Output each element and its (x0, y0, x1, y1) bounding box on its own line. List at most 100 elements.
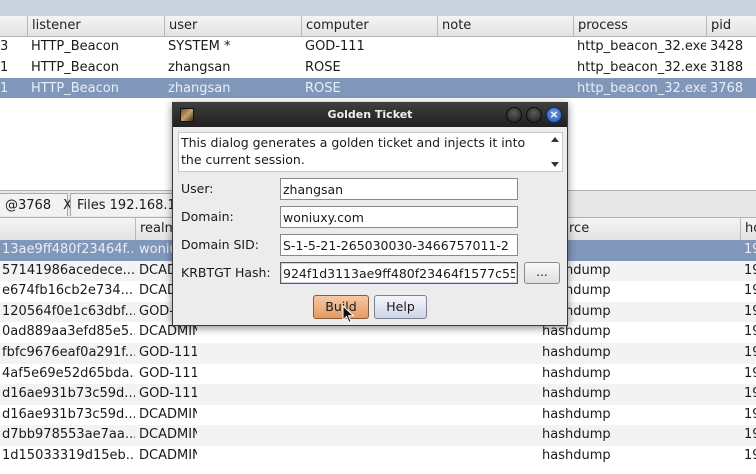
minimize-icon[interactable] (506, 107, 522, 123)
cell-hash: 0ad889aa3efd85e5... (2, 324, 135, 340)
cell-realm: GOD-111 (139, 345, 197, 360)
cell-listener: HTTP_Beacon (31, 39, 119, 54)
description-area: This dialog generates a golden ticket an… (178, 132, 563, 172)
cell-realm: DCADMIN (139, 448, 197, 463)
dialog-description: This dialog generates a golden ticket an… (181, 135, 526, 167)
credential-row[interactable]: d7bb978553ae7aa...DCADMIN hashdump 19 (0, 425, 756, 446)
tab-beacon-3768[interactable]: @3768 X (0, 193, 72, 216)
column-header-pid[interactable]: pid (706, 16, 756, 36)
cell-user: zhangsan (168, 60, 231, 75)
cell-source: hashdump (542, 303, 611, 319)
cell-host: 19 (744, 283, 756, 299)
column-header-realm[interactable]: realm (135, 218, 175, 240)
browse-credentials-button[interactable]: ... (524, 262, 560, 284)
cell-realm: DCADMIN (139, 406, 197, 422)
credential-row[interactable]: 4af5e69e52d65bda...GOD-111 hashdump 19 (0, 364, 756, 385)
build-button[interactable]: Build (313, 295, 369, 319)
cell-host: 19 (744, 448, 756, 463)
session-row[interactable]: 3 HTTP_Beacon SYSTEM * GOD-111 http_beac… (0, 36, 756, 57)
column-header-hash[interactable] (0, 218, 135, 240)
cell-host: 19 (744, 365, 756, 381)
tab-label: @3768 (5, 198, 52, 213)
domain-field[interactable] (280, 206, 518, 228)
tab-label: Files 192.168.1 (77, 198, 176, 213)
cell-hash: d7bb978553ae7aa... (2, 427, 135, 443)
cell-lead: 3 (0, 39, 9, 54)
cell-hash: 120564f0e1c63dbf... (2, 303, 135, 319)
domain-sid-label: Domain SID: (181, 237, 259, 252)
cell-hash: 57141986acedece... (2, 262, 135, 278)
cell-source: hashdump (542, 262, 611, 278)
cell-source: hashdump (542, 345, 611, 360)
cell-note (437, 36, 573, 57)
cell-hash: 1d15033319d15eb... (2, 448, 135, 463)
user-label: User: (181, 181, 214, 196)
cell-host: 19 (744, 242, 756, 257)
cell-computer: ROSE (305, 60, 341, 75)
credential-row[interactable]: 1d15033319d15eb... DCADMIN hashdump 19 (0, 446, 756, 467)
column-header-host[interactable]: ho (740, 218, 756, 240)
krbtgt-hash-field[interactable] (280, 262, 518, 284)
cell-realm: GOD-111 (139, 365, 197, 381)
sessions-table-header: listener user computer note process pid (0, 16, 756, 37)
cell-note (437, 78, 573, 99)
cell-pid: 3188 (710, 60, 744, 75)
credential-row[interactable]: fbfc9676eaf0a291f... GOD-111 hashdump 19 (0, 343, 756, 364)
cell-hash: d16ae931b73c59d... (2, 406, 135, 422)
description-scrollbar[interactable] (548, 133, 562, 171)
domain-sid-field[interactable] (280, 234, 518, 256)
column-header-user[interactable]: user (164, 16, 301, 36)
cell-source: hashdump (542, 324, 611, 340)
cell-hash: d16ae931b73c59d... (2, 386, 135, 402)
cell-computer: ROSE (305, 81, 341, 96)
cell-host: 19 (744, 262, 756, 278)
scroll-up-icon[interactable] (551, 137, 559, 142)
cell-source: hashdump (542, 448, 611, 463)
cell-process: http_beacon_32.exe (577, 60, 706, 75)
cell-realm: DCADMIN (139, 427, 197, 443)
user-field[interactable] (280, 178, 518, 200)
mouse-pointer-icon (342, 305, 355, 324)
cell-host: 19 (744, 386, 756, 402)
column-header-source[interactable]: rce (567, 218, 740, 240)
column-header-process[interactable]: process (573, 16, 706, 36)
cell-host: 19 (744, 406, 756, 422)
cell-host: 19 (744, 427, 756, 443)
cell-hash: 13ae9ff480f23464f... (2, 242, 135, 257)
cell-source: hashdump (542, 406, 611, 422)
cell-lead: 1 (0, 60, 9, 75)
cell-pid: 3428 (710, 39, 744, 54)
cell-computer: GOD-111 (305, 39, 365, 54)
column-header-external[interactable] (0, 16, 27, 36)
top-window-edge (0, 0, 756, 16)
credential-row[interactable]: d16ae931b73c59d...DCADMIN hashdump 19 (0, 405, 756, 426)
maximize-icon[interactable] (526, 107, 542, 123)
session-row-selected[interactable]: 1 HTTP_Beacon zhangsan ROSE http_beacon_… (0, 78, 756, 99)
dialog-titlebar[interactable]: Golden Ticket × (173, 103, 567, 127)
cell-hash: fbfc9676eaf0a291f... (2, 345, 135, 360)
cell-host: 19 (744, 324, 756, 340)
scroll-down-icon[interactable] (551, 162, 559, 167)
column-header-note[interactable]: note (437, 16, 573, 36)
credential-row[interactable]: d16ae931b73c59d...GOD-111 hashdump 19 (0, 384, 756, 405)
cell-process: http_beacon_32.exe (577, 81, 706, 96)
sessions-table: listener user computer note process pid … (0, 16, 756, 99)
cell-source: hashdump (542, 427, 611, 443)
close-icon[interactable]: × (546, 107, 562, 123)
cell-realm: GOD-111 (139, 386, 197, 402)
cell-hash: e674fb16cb2e734... (2, 283, 134, 299)
golden-ticket-dialog: Golden Ticket × This dialog generates a … (172, 102, 568, 326)
cell-listener: HTTP_Beacon (31, 81, 119, 96)
help-button[interactable]: Help (374, 295, 427, 319)
column-header-computer[interactable]: computer (301, 16, 437, 36)
column-header-listener[interactable]: listener (27, 16, 164, 36)
cell-source: mc (540, 240, 740, 261)
krbtgt-hash-label: KRBTGT Hash: (181, 265, 271, 280)
cell-host: 19 (744, 345, 756, 360)
cell-host: 19 (744, 303, 756, 319)
session-row[interactable]: 1 HTTP_Beacon zhangsan ROSE http_beacon_… (0, 57, 756, 78)
cell-source: hashdump (542, 365, 611, 381)
cell-hash: 4af5e69e52d65bda... (2, 365, 135, 381)
domain-label: Domain: (181, 209, 234, 224)
cell-source: hashdump (542, 386, 611, 402)
